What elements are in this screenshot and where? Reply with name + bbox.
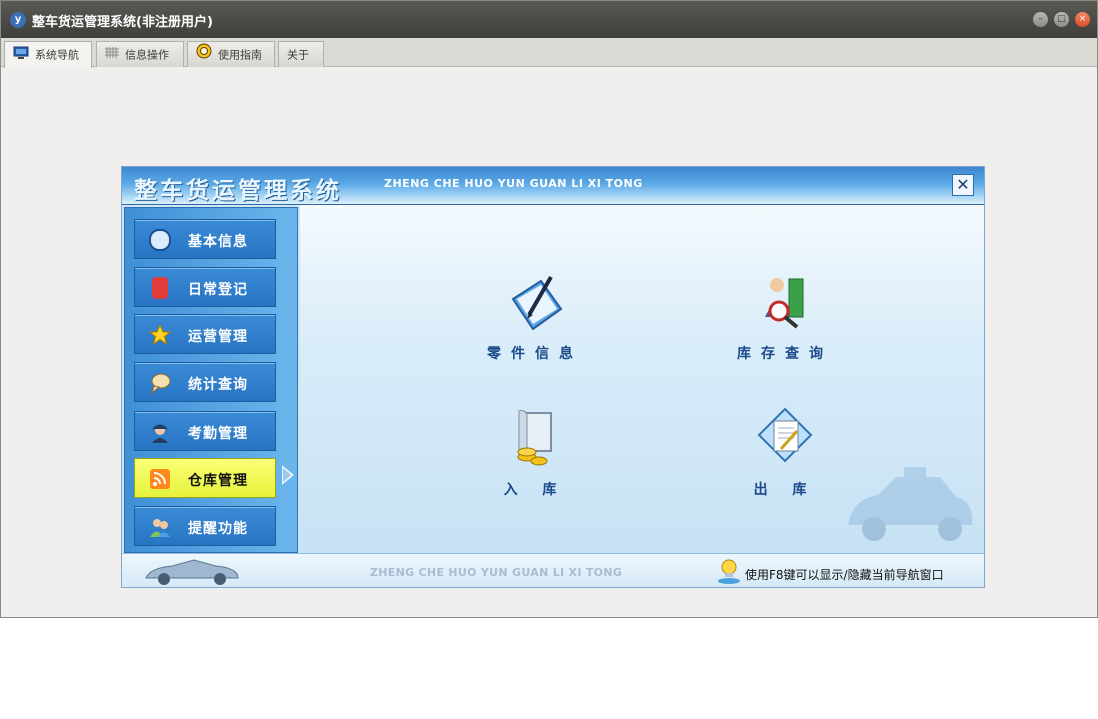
close-window-icon[interactable]: × (1075, 12, 1090, 27)
monitor-icon (13, 43, 29, 68)
title-bar[interactable]: y 整车货运管理系统(非注册用户) – □ × (1, 1, 1097, 38)
lightbulb-icon (717, 558, 741, 584)
tab-user-guide[interactable]: 使用指南 (187, 41, 275, 67)
sidebar-item-operations[interactable]: 运营管理 (134, 314, 276, 354)
sidebar-item-attendance[interactable]: 考勤管理 (134, 411, 276, 451)
stock-in-button[interactable]: 入 库 (460, 407, 610, 517)
search-person-icon (755, 271, 815, 335)
scroll-coins-icon (505, 407, 565, 471)
sidebar-item-statistics[interactable]: 统计查询 (134, 362, 276, 402)
panel-header: 整车货运管理系统 ZHENG CHE HUO YUN GUAN LI XI TO… (122, 167, 984, 205)
sports-car-image (142, 558, 242, 586)
minimize-icon[interactable]: – (1033, 12, 1048, 27)
app-logo-icon: y (10, 12, 26, 28)
rss-icon (149, 468, 171, 490)
window-title: 整车货运管理系统(非注册用户) (32, 15, 213, 30)
sidebar-item-basic-info[interactable]: 基本信息 (134, 219, 276, 259)
panel-footer: ZHENG CHE HUO YUN GUAN LI XI TONG 使用F8键可… (122, 553, 984, 587)
id-card-icon (149, 229, 171, 251)
panel-subtitle: ZHENG CHE HUO YUN GUAN LI XI TONG (384, 177, 643, 190)
officer-icon (149, 421, 171, 443)
panel-title: 整车货运管理系统 (134, 178, 342, 204)
document-diamond-icon (755, 407, 815, 471)
sidebar-item-warehouse[interactable]: 仓库管理 (134, 458, 276, 498)
sidebar-item-daily-register[interactable]: 日常登记 (134, 267, 276, 307)
tab-bar: 系统导航 信息操作 使用指南 关于 (1, 38, 1097, 68)
function-area: 零件信息 库存查询 入 库 出 库 (300, 205, 984, 553)
sidebar-item-reminder[interactable]: 提醒功能 (134, 506, 276, 546)
sidebar: 基本信息 日常登记 运营管理 统计查询 考勤管理 仓库管理 提醒功能 (124, 207, 298, 553)
lifebuoy-icon (196, 43, 212, 68)
tab-about[interactable]: 关于 (278, 41, 324, 67)
parts-info-button[interactable]: 零件信息 (460, 271, 610, 381)
footer-watermark: ZHENG CHE HUO YUN GUAN LI XI TONG (370, 566, 623, 579)
navigation-panel: 整车货运管理系统 ZHENG CHE HUO YUN GUAN LI XI TO… (121, 166, 985, 588)
notebook-pen-icon (505, 271, 565, 335)
maximize-icon[interactable]: □ (1054, 12, 1069, 27)
star-icon (148, 323, 172, 346)
f8-hint-text: 使用F8键可以显示/隐藏当前导航窗口 (745, 568, 944, 582)
taxi-watermark-image (838, 463, 978, 549)
tab-system-nav[interactable]: 系统导航 (4, 41, 92, 68)
close-icon[interactable]: ✕ (952, 174, 974, 196)
inventory-query-button[interactable]: 库存查询 (710, 271, 860, 381)
monitor-red-icon (152, 277, 168, 299)
users-icon (149, 516, 171, 538)
grid-icon (105, 43, 119, 68)
speech-bubble-icon (149, 372, 171, 395)
tab-info-ops[interactable]: 信息操作 (96, 41, 184, 67)
